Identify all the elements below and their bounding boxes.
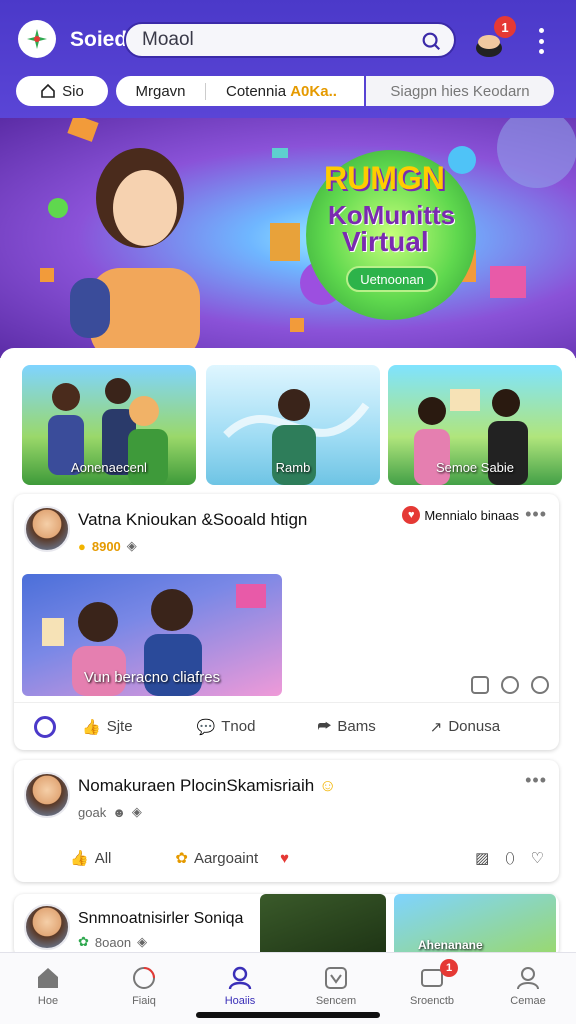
post-stat: goak — [78, 804, 107, 820]
user-icon — [228, 966, 252, 990]
person-icon — [517, 967, 539, 990]
gallery-icon[interactable] — [471, 676, 489, 694]
post-actions: 👍 All ✿ Aargoaint ♥ ▨ ⬯ ♡ — [14, 834, 559, 882]
nav-discover[interactable]: Fiaiq — [96, 953, 192, 1024]
forward-button[interactable]: ↗ Donusa — [430, 718, 500, 736]
home-icon — [41, 83, 55, 98]
share-icon: ⮫ — [317, 718, 332, 735]
home-indicator — [196, 1012, 380, 1018]
comment-icon: 💬 — [196, 718, 216, 736]
avatar[interactable] — [24, 904, 70, 950]
post-meta: ● 8900 ◈ — [78, 538, 137, 554]
tag-icon: ⬯ — [505, 849, 515, 867]
tab-search[interactable]: Siagpn hies Keodarn — [366, 76, 554, 106]
featured-card[interactable]: Ramb — [206, 365, 380, 485]
smile-icon: ☺ — [318, 776, 337, 795]
featured-card[interactable]: Aonenaecenl — [22, 365, 196, 485]
flower-icon: ✿ — [78, 934, 89, 949]
nav-account[interactable]: Cemae — [480, 953, 576, 1024]
post-media-icons — [471, 676, 549, 694]
like-button[interactable]: 👍 Sjte — [82, 718, 133, 736]
coin-icon: ● — [78, 538, 86, 554]
heart-icon: ♥ — [280, 849, 290, 867]
post-image-caption: Ahenanane — [418, 938, 483, 952]
post-author[interactable]: Snmnoatnisirler Soniqa — [78, 910, 243, 928]
share-button[interactable]: ⮫ Bams — [317, 718, 375, 735]
post-author[interactable]: Vatna Knioukan &Sooald htign — [78, 510, 307, 530]
post-tag[interactable]: ♥ Mennialo binaas — [402, 506, 519, 524]
clock-icon — [133, 967, 155, 989]
featured-card[interactable]: Semoe Sabie — [388, 365, 562, 485]
check-box-icon — [325, 967, 347, 989]
avatar[interactable] — [24, 772, 70, 818]
celebrate-icon: ✿ — [175, 850, 188, 867]
heart-icon: ♥ — [402, 506, 421, 524]
record-icon[interactable] — [34, 715, 56, 738]
hero-banner[interactable] — [0, 118, 576, 358]
like-outline-button[interactable]: ♡ — [531, 849, 544, 867]
tag-button[interactable]: ⬯ — [505, 850, 514, 867]
heart-outline-icon[interactable] — [501, 676, 519, 694]
post-image[interactable] — [260, 894, 386, 958]
thumb-up-icon: 👍 — [70, 850, 89, 867]
nav-inbox[interactable]: Sroenctb 1 — [384, 953, 480, 1024]
tab-label[interactable]: Cotennia A0Ka.. — [206, 83, 337, 100]
post-author[interactable]: Nomakuraen PlocinSkamisriaih ☺ — [78, 776, 336, 796]
post-stat: 8oaon — [94, 934, 132, 950]
hero-subtitle-2: Virtual — [342, 226, 429, 257]
more-options-icon[interactable]: ••• — [525, 504, 547, 525]
nav-home[interactable]: Hoe — [0, 953, 96, 1024]
featured-caption: Aonenaecenl — [71, 460, 147, 475]
hero-title: RUMGN — [324, 160, 445, 196]
tab-home[interactable]: Sio — [16, 76, 108, 106]
tab-label: Sio — [62, 82, 84, 100]
gallery-button[interactable]: ▨ — [475, 849, 489, 867]
home-icon — [38, 968, 58, 988]
notification-badge: 1 — [440, 959, 458, 977]
shield-icon: ◈ — [126, 538, 137, 553]
character-illustration — [70, 148, 200, 358]
avatar[interactable] — [24, 506, 70, 552]
heart-outline-icon: ♡ — [530, 850, 545, 867]
feed-post: Snmnoatnisirler Soniqa ✿ 8oaon ◈ Ahenana… — [14, 894, 559, 958]
comment-button[interactable]: 💬 Tnod — [197, 718, 256, 736]
like-button[interactable]: 👍 All — [70, 849, 111, 868]
reaction-button[interactable]: ✿ Aargoaint — [175, 849, 258, 868]
post-image-caption: Vun beracno cliafres — [83, 669, 221, 686]
feed-post: Vatna Knioukan &Sooald htign ● 8900 ◈ ♥ … — [14, 494, 559, 750]
tab-label[interactable]: Mrgavn — [116, 82, 206, 100]
post-tag-label: Mennialo binaas — [424, 507, 519, 523]
feed-post: Nomakuraen PlocinSkamisriaih ☺ goak ☻ ◈ … — [14, 760, 559, 882]
post-actions: 👍 Sjte 💬 Tnod ⮫ Bams ↗ Donusa — [14, 702, 559, 750]
search-input[interactable]: Moaol — [142, 29, 194, 51]
thumb-up-icon: 👍 — [82, 718, 101, 736]
more-menu-icon[interactable] — [536, 28, 546, 54]
forward-icon: ↗ — [429, 718, 443, 736]
gallery-icon: ▨ — [475, 850, 490, 867]
emoji-icon[interactable] — [531, 676, 549, 694]
shield-icon: ◈ — [131, 804, 142, 819]
search-bar[interactable]: Moaol — [124, 22, 456, 58]
featured-caption: Ramb — [275, 460, 311, 475]
post-stat: 8900 — [91, 538, 121, 554]
filter-tabs: Sio Mrgavn Cotennia A0Ka.. Siagpn hies K… — [16, 76, 560, 106]
post-meta: goak ☻ ◈ — [78, 804, 142, 820]
tab-group[interactable]: Mrgavn Cotennia A0Ka.. — [116, 76, 364, 106]
search-icon[interactable] — [420, 30, 442, 52]
shield-icon: ◈ — [137, 934, 148, 949]
app-header: Soiedl Moaol 1 Sio Mrgavn Cotennia A0Ka.… — [0, 0, 576, 118]
emoji-icon: ☻ — [112, 804, 126, 820]
post-image[interactable]: Vun beracno cliafres — [22, 574, 282, 696]
post-meta: ✿ 8oaon ◈ — [78, 934, 147, 950]
notification-badge: 1 — [494, 16, 516, 38]
leaf-logo-icon — [27, 29, 47, 49]
app-logo[interactable] — [18, 20, 56, 58]
more-options-icon[interactable]: ••• — [525, 770, 547, 791]
hero-cta-button[interactable]: Uetnoonan — [346, 266, 438, 292]
featured-row: Aonenaecenl Ramb Semoe Sabie — [22, 365, 562, 485]
heart-button[interactable]: ♥ — [280, 850, 289, 867]
featured-caption: Semoe Sabie — [435, 460, 515, 475]
